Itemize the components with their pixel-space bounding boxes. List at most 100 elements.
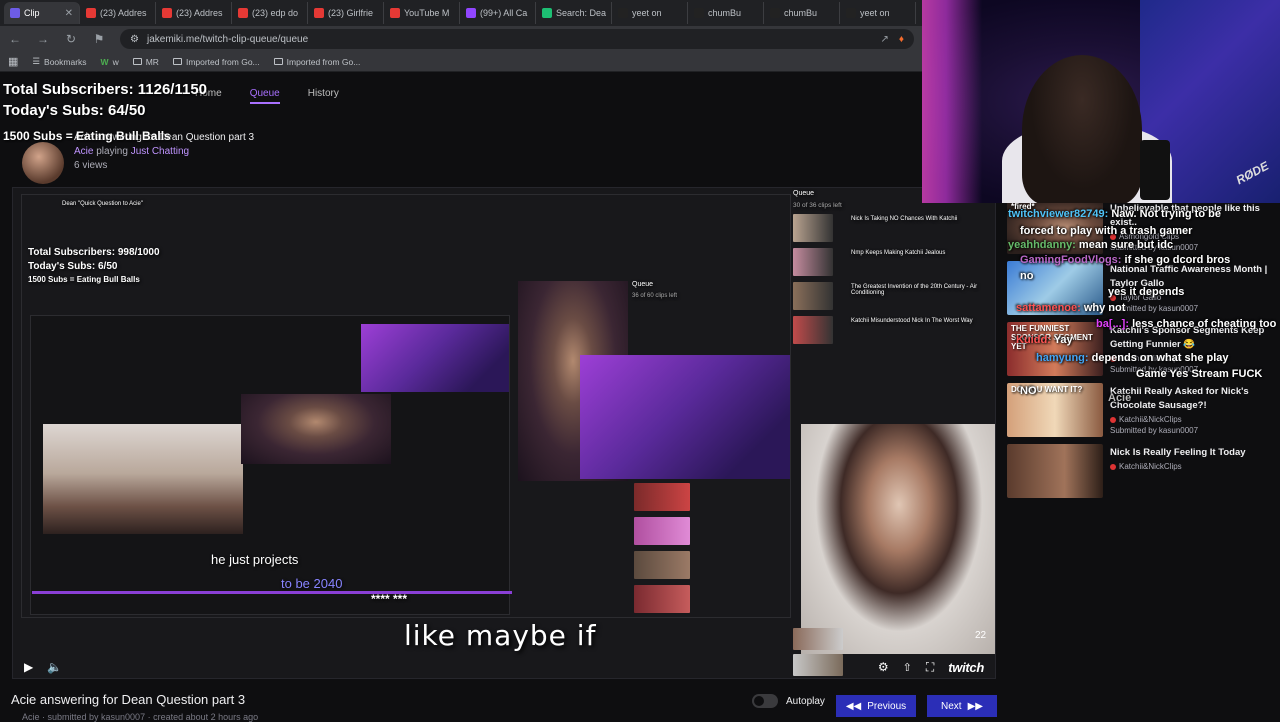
chat-username: Kuidd: — [1016, 334, 1051, 346]
bookmark-label: Bookmarks — [44, 56, 87, 67]
outer-queue-title: The Greatest Invention of the 20th Centu… — [851, 284, 978, 296]
bookmark-item[interactable]: Imported from Go... — [172, 57, 260, 67]
inner-webcam-girl — [43, 424, 243, 534]
x-icon — [846, 8, 856, 18]
play-icon[interactable]: ▶ — [24, 660, 33, 674]
chat-message: ba[...]: less chance of cheating too — [1096, 318, 1276, 330]
outer-queue-thumb — [793, 316, 833, 344]
chat-message: Game Yes Stream FUCK — [1136, 368, 1262, 380]
inner-webcam-small — [241, 394, 391, 464]
previous-button[interactable]: ◀◀ Previous — [836, 695, 916, 717]
fullscreen-icon[interactable]: ⛶ — [926, 660, 934, 675]
outer-queue-title: Nmp Keeps Making Katchii Jealous — [851, 250, 946, 256]
nested-clip-title: Dean "Quick Question to Acie" — [62, 201, 143, 207]
settings-icon[interactable]: ⚙ — [878, 660, 889, 674]
browser-tab[interactable]: (23) Addres — [156, 2, 232, 24]
chat-message: Kuidd: Yay — [1016, 334, 1073, 346]
browser-tab[interactable]: (23) edp do — [232, 2, 308, 24]
chat-message: no — [1020, 270, 1033, 282]
nested-total-subs: Total Subscribers: 998/1000 — [28, 247, 160, 258]
browser-tab[interactable]: chumBu — [764, 2, 840, 24]
chat-text: if she go dcord bros — [1124, 254, 1231, 266]
browser-tab-label: yeet on — [860, 8, 890, 18]
bookmark-item[interactable]: MR — [132, 57, 159, 67]
bookmark-item[interactable]: Imported from Go... — [273, 56, 361, 67]
bookmark-icon[interactable]: ⚑ — [92, 32, 106, 46]
browser-tab[interactable]: (99+) All Ca — [460, 2, 536, 24]
skip-back-icon: ◀◀ — [845, 700, 862, 712]
nav-queue[interactable]: Queue — [249, 88, 280, 104]
browser-tab[interactable]: Clip ✕ — [4, 2, 80, 24]
chat-username: twitchviewer82749: — [1008, 208, 1109, 220]
autoplay-toggle[interactable]: Autoplay — [752, 694, 825, 708]
bookmarks-icon: ☰ — [32, 56, 41, 66]
forward-icon[interactable]: → — [36, 32, 50, 46]
nested-queue-thumb — [634, 483, 690, 511]
w-icon: W — [100, 56, 109, 67]
reload-icon[interactable]: ↻ — [64, 32, 78, 46]
chat-text: forced to play with a trash gamer — [1020, 225, 1193, 237]
skip-forward-icon: ▶▶ — [967, 700, 983, 712]
next-label: Next — [941, 700, 962, 712]
streamer-head — [1022, 55, 1142, 203]
brave-shield-icon[interactable]: ♦ — [899, 34, 904, 45]
browser-tab[interactable]: YouTube M — [384, 2, 460, 24]
bookmark-item[interactable]: Ww — [101, 57, 119, 67]
clip-icon — [10, 8, 20, 18]
browser-tab[interactable]: chumBu — [688, 2, 764, 24]
previous-label: Previous — [867, 700, 907, 712]
current-clip-title: Acie answering for Dean Question part 3 — [11, 692, 246, 707]
browser-tab[interactable]: Search: Dea — [536, 2, 612, 24]
outer-queue-thumb — [793, 628, 843, 650]
video-player[interactable]: Total Subscribers: 998/1000 Today's Subs… — [12, 187, 996, 679]
outer-queue-title: Nick Is Taking NO Chances With Katchii — [851, 216, 958, 222]
chat-text: less chance of cheating too — [1132, 318, 1277, 330]
browser-tab[interactable]: (23) Girlfrie — [308, 2, 384, 24]
nested-progress-bar — [32, 591, 512, 594]
browser-tab-label: yeet on — [632, 8, 662, 18]
site-info-icon[interactable]: ⚙ — [130, 34, 139, 45]
volume-icon[interactable]: 🔈 — [47, 660, 62, 674]
close-tab-icon[interactable]: ✕ — [65, 8, 73, 19]
back-icon[interactable]: ← — [8, 32, 22, 46]
clip-channel-line: Acie playing Just Chatting — [74, 146, 254, 157]
channel-link[interactable]: Acie — [74, 146, 93, 157]
site-nav: Home Queue History — [195, 88, 339, 104]
next-button[interactable]: Next ▶▶ — [927, 695, 997, 717]
channel-dot-icon — [1110, 416, 1116, 423]
queue-item[interactable]: Nick Is Really Feeling It Today Katchii&N… — [1007, 444, 1277, 500]
channel-name: Katchii&NickClips — [1119, 415, 1182, 424]
goal-text: 1500 Subs = Eating Bull Balls — [3, 129, 171, 143]
queue-item-channel: Katchii&NickClips — [1110, 415, 1182, 424]
closed-caption: like maybe if — [404, 619, 597, 652]
browser-tab-label: Clip — [24, 8, 40, 18]
address-bar: ← → ↻ ⚑ ⚙ jakemiki.me/twitch-clip-queue/… — [0, 26, 922, 52]
queue-item-title: Nick Is Really Feeling It Today — [1110, 447, 1246, 458]
x-icon — [618, 8, 628, 18]
browser-tab[interactable]: yeet on — [840, 2, 916, 24]
chat-username: hamyung: — [1036, 352, 1089, 364]
url-field[interactable]: ⚙ jakemiki.me/twitch-clip-queue/queue ↗ … — [120, 29, 914, 49]
twitch-icon — [466, 8, 476, 18]
browser-tab[interactable]: (23) Addres — [80, 2, 156, 24]
autoplay-switch[interactable] — [752, 694, 778, 708]
bookmark-label: Imported from Go... — [286, 56, 361, 67]
game-link[interactable]: Just Chatting — [131, 146, 189, 157]
youtube-icon — [86, 8, 96, 18]
bookmark-item[interactable]: ☰ Bookmarks — [32, 56, 86, 67]
share-icon[interactable]: ↗ — [881, 34, 889, 45]
share-icon[interactable]: ⇧ — [903, 661, 912, 674]
channel-dot-icon — [1110, 463, 1116, 470]
microphone — [1140, 140, 1170, 200]
apps-grid-icon[interactable]: ▦ — [8, 55, 18, 68]
nav-history[interactable]: History — [308, 88, 339, 104]
browser-tab-label: Search: Dea — [556, 8, 607, 18]
twitch-logo[interactable]: twitch — [948, 660, 984, 675]
playing-text: playing — [96, 146, 128, 157]
browser-tab[interactable]: yeet on — [612, 2, 688, 24]
chat-message: GamingFoodVlogs: if she go dcord bros — [1020, 254, 1230, 266]
browser-tab-label: YouTube M — [404, 8, 450, 18]
x-icon — [770, 8, 780, 18]
youtube-icon — [314, 8, 324, 18]
avatar[interactable] — [22, 142, 64, 184]
